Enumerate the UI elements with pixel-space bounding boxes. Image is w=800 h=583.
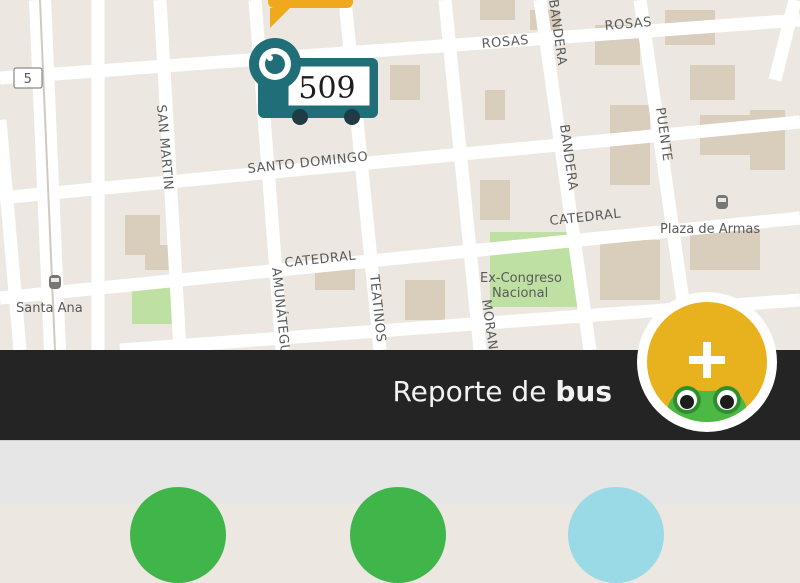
plus-icon bbox=[689, 342, 725, 378]
bus-number: 509 bbox=[298, 71, 355, 106]
route-number: 5 bbox=[24, 72, 33, 87]
add-report-button[interactable] bbox=[637, 292, 777, 432]
report-label-prefix: Reporte de bbox=[392, 375, 556, 408]
metro-icon-santa-ana bbox=[49, 275, 61, 289]
report-label-bold: bus bbox=[555, 375, 612, 408]
tab-button-3[interactable] bbox=[568, 487, 664, 583]
frog-icon bbox=[665, 386, 749, 422]
metro-icon-plaza-de-armas bbox=[716, 195, 728, 209]
report-bus-label[interactable]: Reporte de bus bbox=[392, 372, 612, 412]
tab-button-1[interactable] bbox=[130, 487, 226, 583]
poi-label-plaza-de-armas: Plaza de Armas bbox=[660, 222, 760, 237]
fab-face bbox=[647, 302, 767, 422]
poi-label-nacional: Nacional bbox=[492, 286, 548, 301]
poi-label-santa-ana: Santa Ana bbox=[16, 301, 83, 316]
tab-button-2[interactable] bbox=[350, 487, 446, 583]
poi-label-ex-congreso: Ex-Congreso bbox=[480, 271, 562, 286]
